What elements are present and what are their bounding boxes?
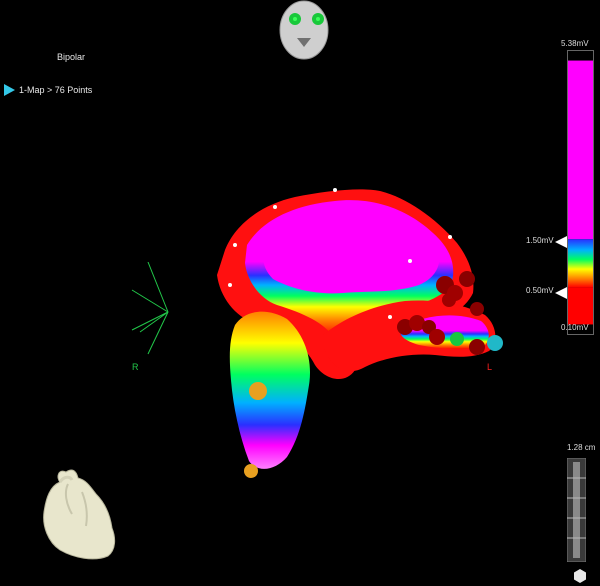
voltage-high-threshold-label: 1.50mV [526, 236, 554, 245]
map-list-item-label: 1-Map > 76 Points [19, 85, 93, 95]
map-mode-label: Bipolar [57, 52, 86, 62]
distance-ruler [567, 458, 586, 562]
map-list-item[interactable]: 1-Map > 76 Points [4, 84, 92, 96]
orientation-axes-icon: R [131, 262, 169, 372]
voltage-low-threshold-label: 0.50mV [526, 286, 554, 295]
hexagon-icon[interactable] [573, 569, 587, 583]
heart-thumbnail-icon[interactable] [38, 462, 118, 562]
axis-left-label: L [487, 362, 492, 372]
triangle-pointer-icon [4, 84, 15, 96]
patient-face-icon[interactable] [278, 0, 330, 60]
voltage-max-label: 5.38mV [561, 39, 589, 48]
low-threshold-handle[interactable] [555, 287, 567, 299]
voltage-color-bar[interactable] [567, 50, 594, 335]
voltage-anatomy-map[interactable]: L [205, 185, 515, 485]
distance-scale-label: 1.28 cm [567, 443, 596, 452]
voltage-min-label: 0.10mV [561, 323, 589, 332]
axis-right-label: R [132, 362, 139, 372]
high-threshold-handle[interactable] [555, 236, 567, 248]
